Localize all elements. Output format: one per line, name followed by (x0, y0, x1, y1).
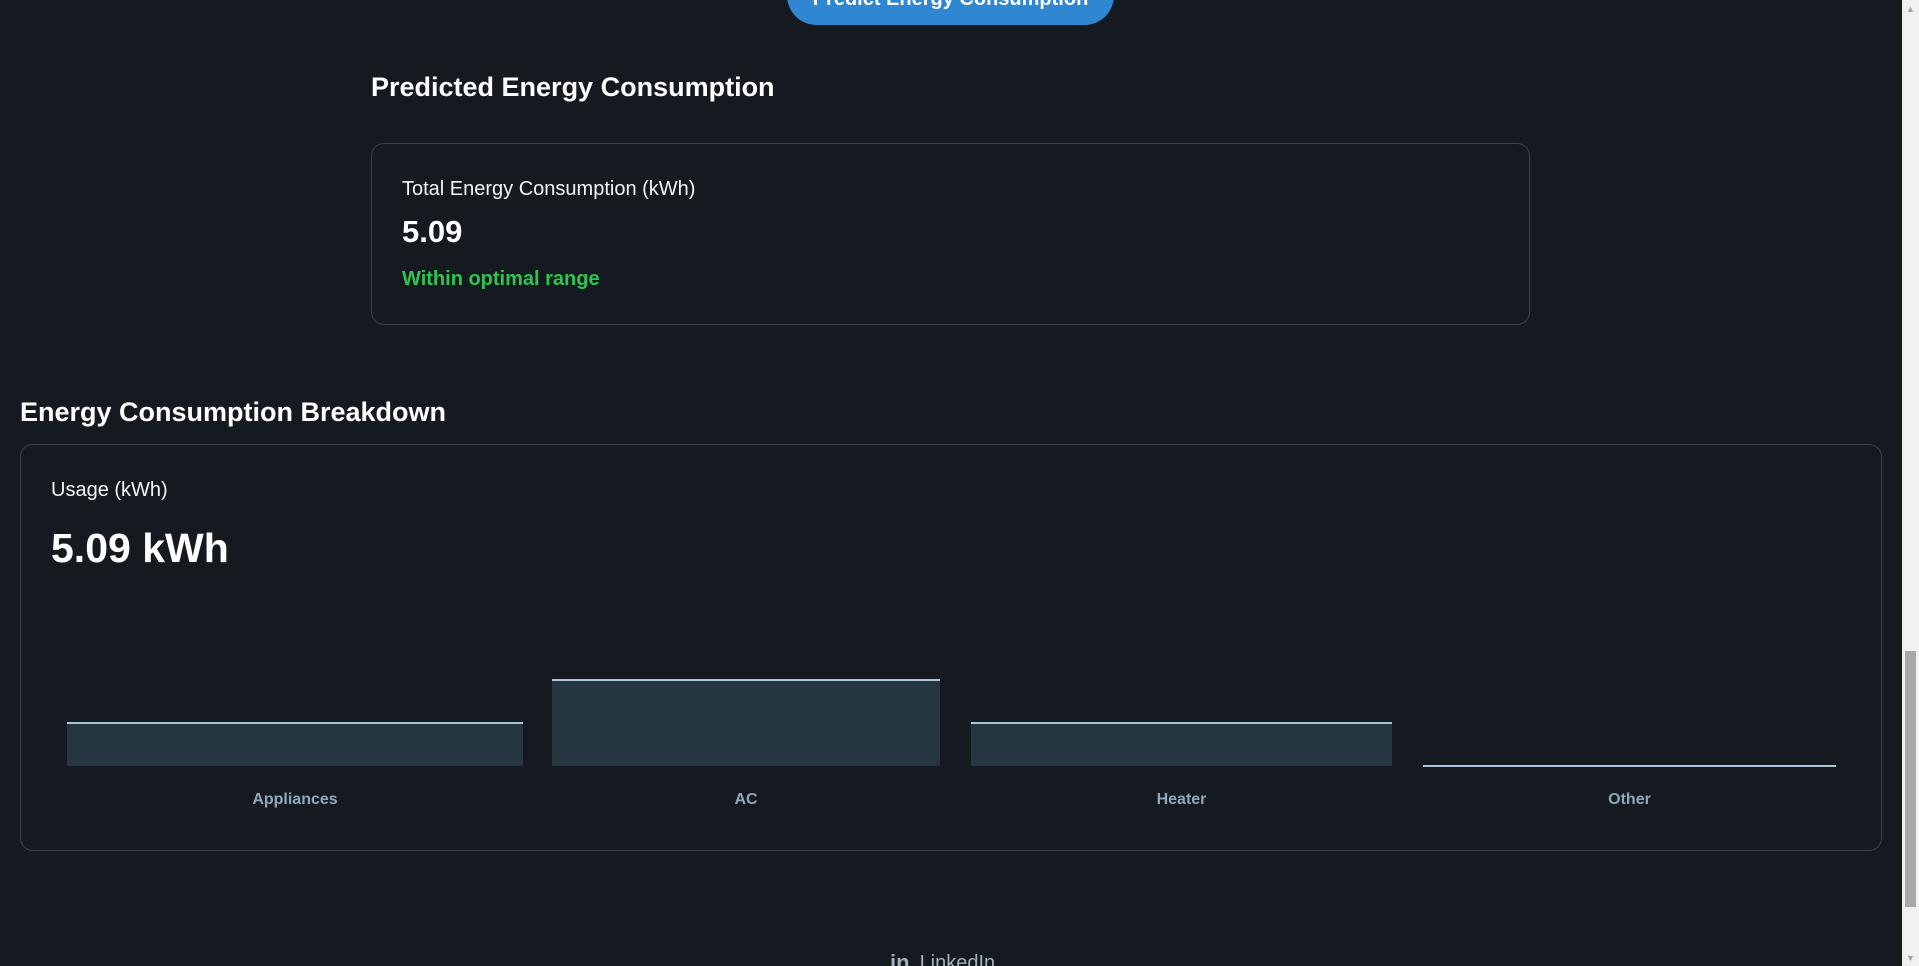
breakdown-card: Usage (kWh) 5.09 kWh Appliances AC Heater O… (20, 444, 1882, 851)
predicted-energy-heading: Predicted Energy Consumption (371, 72, 775, 102)
prediction-card: Total Energy Consumption (kWh) 5.09 With… (371, 143, 1530, 325)
linkedin-label: LinkedIn (919, 951, 996, 966)
bar-appliances (67, 723, 523, 766)
x-tick-label-appliances: Appliances (252, 791, 337, 808)
usage-bar-chart: Appliances AC Heater Other (67, 679, 1836, 808)
scrollbar-thumb[interactable] (1905, 651, 1916, 907)
scroll-down-arrow-icon[interactable]: ▼ (1902, 949, 1919, 966)
vertical-scrollbar[interactable]: ▲ ▼ (1902, 0, 1919, 966)
x-tick-label-ac: AC (734, 791, 758, 808)
breakdown-heading: Energy Consumption Breakdown (20, 397, 447, 427)
scroll-up-arrow-icon[interactable]: ▲ (1902, 0, 1919, 17)
linkedin-icon: in (890, 950, 910, 966)
x-tick-label-heater: Heater (1157, 791, 1207, 808)
bar-heater (971, 723, 1392, 766)
bar-ac (552, 680, 940, 766)
predict-energy-consumption-button[interactable]: Predict Energy Consumption (787, 0, 1114, 25)
x-tick-label-other: Other (1608, 791, 1651, 808)
optimal-range-status: Within optimal range (402, 268, 600, 290)
total-energy-label: Total Energy Consumption (kWh) (402, 178, 696, 200)
total-energy-value: 5.09 (402, 214, 463, 249)
linkedin-link[interactable]: in LinkedIn (890, 950, 995, 966)
page: Predict Energy Consumption Predicted Ene… (0, 0, 1919, 966)
